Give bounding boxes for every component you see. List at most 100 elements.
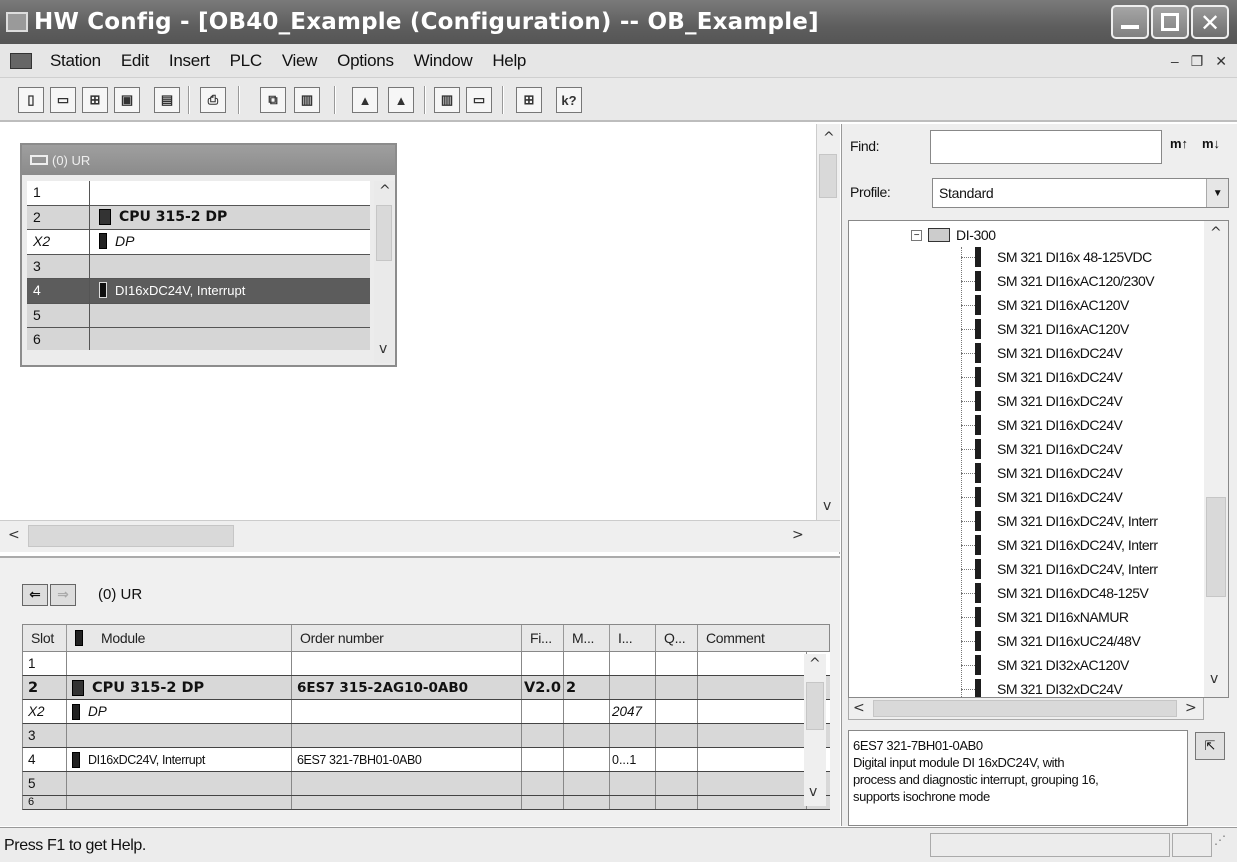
col-comment[interactable]: Comment [698,625,829,651]
catalog-item[interactable]: SM 321 DI16xDC24V [961,437,1123,461]
scroll-up-icon[interactable]: ^ [379,183,391,199]
scroll-thumb[interactable] [806,682,824,730]
scroll-down-icon[interactable]: v [379,341,387,357]
scroll-down-icon[interactable]: v [823,498,831,514]
catalog-item[interactable]: SM 321 DI16xNAMUR [961,605,1129,629]
table-row[interactable]: 1 [22,652,830,676]
print-icon[interactable]: ⎙ [200,87,226,113]
rack-row[interactable]: X2 DP [27,230,370,255]
new-icon[interactable]: ▯ [18,87,44,113]
catalog-item[interactable]: SM 321 DI16xUC24/48V [961,629,1141,653]
resize-grip-icon[interactable]: ⋰ [1214,833,1234,857]
catalog-item[interactable]: SM 321 DI16xDC24V, Interr [961,509,1158,533]
mdi-close-icon[interactable]: ✕ [1215,53,1227,70]
scroll-right-icon[interactable]: > [1185,700,1197,716]
chevron-down-icon[interactable]: ▼ [1206,179,1228,207]
table-row[interactable]: 4 DI16xDC24V, Interrupt 6ES7 321-7BH01-0… [22,748,830,772]
col-order-number[interactable]: Order number [292,625,522,651]
catalog-item[interactable]: SM 321 DI16xDC24V [961,413,1123,437]
scroll-up-icon[interactable]: ^ [823,130,835,146]
download-icon[interactable]: ▲ [352,87,378,113]
table-row[interactable]: 3 [22,724,830,748]
document-icon[interactable] [10,52,32,69]
collapse-icon[interactable]: − [911,229,922,241]
close-button[interactable]: ✕ [1191,5,1229,39]
find-input[interactable] [930,130,1162,164]
catalog-item[interactable]: SM 321 DI32xAC120V [961,653,1129,677]
catalog-item[interactable]: SM 321 DI16x 48-125VDC [961,245,1152,269]
col-firmware[interactable]: Fi... [522,625,564,651]
catalog-item[interactable]: SM 321 DI16xDC24V [961,341,1123,365]
table-row[interactable]: 6 [22,796,830,810]
mdi-minimize-icon[interactable]: – [1171,53,1179,70]
col-slot[interactable]: Slot [23,625,67,651]
catalog-tree[interactable]: − DI-300 SM 321 DI16x 48-125VDC SM 321 D… [848,220,1229,698]
col-mpi[interactable]: M... [564,625,610,651]
scroll-thumb[interactable] [1206,497,1226,597]
scroll-up-icon[interactable]: ^ [809,656,821,672]
scroll-down-icon[interactable]: v [1210,671,1218,687]
scroll-thumb[interactable] [873,700,1177,717]
table-row[interactable]: 2 CPU 315-2 DP 6ES7 315-2AG10-0AB0 V2.0 … [22,676,830,700]
catalog-hscrollbar[interactable]: < > [848,698,1204,720]
catalog-item[interactable]: SM 321 DI16xDC24V [961,461,1123,485]
catalog-item[interactable]: SM 321 DI16xDC24V [961,389,1123,413]
paste-icon[interactable]: ▥ [294,87,320,113]
find-next-button[interactable]: m↑ [1170,136,1188,151]
catalog-item[interactable]: SM 321 DI16xDC24V [961,485,1123,509]
rack-row-selected[interactable]: 4 DI16xDC24V, Interrupt [27,279,370,304]
scroll-up-icon[interactable]: ^ [1210,225,1222,241]
catalog-item[interactable]: SM 321 DI16xAC120V [961,293,1129,317]
table-row[interactable]: 5 [22,772,830,796]
scroll-left-icon[interactable]: < [8,527,20,543]
menu-edit[interactable]: Edit [111,51,159,71]
upload-icon[interactable]: ▲ [388,87,414,113]
print-preview-icon[interactable]: ▤ [154,87,180,113]
rack-scrollbar[interactable]: ^ v [374,181,394,363]
table-scrollbar[interactable]: ^ v [804,654,826,806]
tree-folder-di300[interactable]: − DI-300 [911,227,996,243]
catalog-item[interactable]: SM 321 DI16xDC24V, Interr [961,557,1158,581]
rack-window[interactable]: (0) UR 1 2 CPU 315-2 DP X2 DP 3 4 DI16xD… [20,143,397,367]
rack-view-hscrollbar[interactable]: < > [0,520,840,552]
pin-icon[interactable]: ⇱ [1195,732,1225,760]
scroll-down-icon[interactable]: v [809,784,817,800]
rack-view-vscrollbar[interactable]: ^ v [816,124,840,520]
table-row[interactable]: X2 DP 2047 [22,700,830,724]
catalog-item[interactable]: SM 321 DI16xDC24V [961,365,1123,389]
catalog-item[interactable]: SM 321 DI16xDC48-125V [961,581,1149,605]
back-arrow-icon[interactable]: ⇐ [22,584,48,606]
menu-window[interactable]: Window [404,51,483,71]
col-input-address[interactable]: I... [610,625,656,651]
menu-station[interactable]: Station [40,51,111,71]
catalog-item[interactable]: SM 321 DI16xAC120/230V [961,269,1155,293]
catalog-scrollbar[interactable]: ^ v [1204,221,1228,697]
rack-row[interactable]: 5 [27,303,370,328]
network-icon[interactable]: ⊞ [516,87,542,113]
find-prev-button[interactable]: m↓ [1202,136,1220,151]
rack-row[interactable]: 1 [27,181,370,206]
scroll-thumb[interactable] [819,154,837,198]
menu-plc[interactable]: PLC [220,51,272,71]
col-output-address[interactable]: Q... [656,625,698,651]
mdi-restore-icon[interactable]: ❐ [1191,53,1204,70]
catalog-icon[interactable]: ▥ [434,87,460,113]
catalog-item[interactable]: SM 321 DI32xDC24V [961,677,1123,697]
scroll-left-icon[interactable]: < [853,700,865,716]
copy-icon[interactable]: ⧉ [260,87,286,113]
menu-insert[interactable]: Insert [159,51,220,71]
rack-row[interactable]: 2 CPU 315-2 DP [27,205,370,230]
catalog-item[interactable]: SM 321 DI16xAC120V [961,317,1129,341]
minimize-button[interactable] [1111,5,1149,39]
scroll-right-icon[interactable]: > [792,527,804,543]
open-icon[interactable]: ▭ [50,87,76,113]
menu-options[interactable]: Options [327,51,404,71]
scroll-thumb[interactable] [376,205,392,261]
catalog-item[interactable]: SM 321 DI16xDC24V, Interr [961,533,1158,557]
view-icon[interactable]: ▭ [466,87,492,113]
rack-row[interactable]: 6 [27,328,370,350]
save-compile-icon[interactable]: ⊞ [82,87,108,113]
menu-help[interactable]: Help [482,51,536,71]
profile-select[interactable]: Standard ▼ [932,178,1229,208]
scroll-thumb[interactable] [28,525,234,547]
